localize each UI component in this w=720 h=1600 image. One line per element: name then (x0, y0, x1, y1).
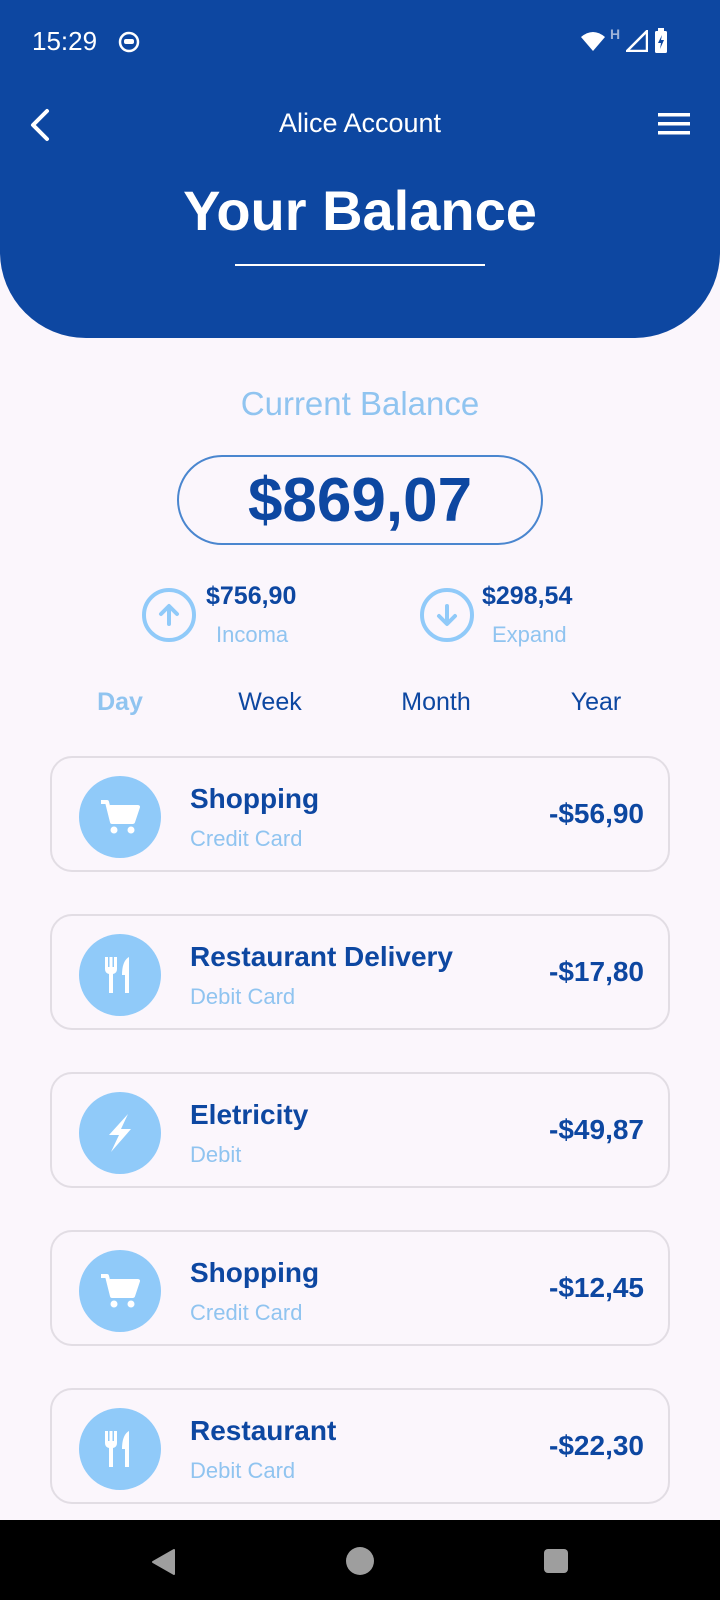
status-icons: H (580, 26, 690, 54)
status-time: 15:29 (32, 26, 98, 56)
tab-week[interactable]: Week (200, 688, 340, 717)
balance-amount: $869,07 (177, 455, 543, 545)
transaction-method: Credit Card (190, 1300, 303, 1325)
hamburger-menu-icon (658, 113, 690, 135)
transaction-card[interactable]: Eletricity Debit -$49,87 (50, 1072, 670, 1188)
tab-month[interactable]: Month (366, 688, 506, 717)
transaction-card[interactable]: Restaurant Debit Card -$22,30 (50, 1388, 670, 1504)
expense-amount: $298,54 (482, 582, 573, 610)
header-panel: 15:29 H Alice Account Your Balance (0, 0, 720, 338)
transaction-amount: -$56,90 (549, 798, 644, 829)
transaction-method: Credit Card (190, 826, 303, 851)
expense-stat: $298,54 Expand (420, 582, 620, 652)
nav-home-button[interactable] (346, 1547, 374, 1575)
sync-face-icon (118, 31, 140, 53)
arrow-up-circle-icon (142, 588, 196, 642)
arrow-down-circle-icon (420, 588, 474, 642)
tab-year[interactable]: Year (526, 688, 666, 717)
income-stat: $756,90 Incoma (142, 582, 342, 652)
cart-icon (79, 776, 161, 858)
transaction-method: Debit Card (190, 984, 296, 1009)
menu-button[interactable] (656, 108, 692, 140)
transaction-name: Restaurant Delivery (190, 941, 454, 972)
transaction-card[interactable]: Shopping Credit Card -$56,90 (50, 756, 670, 872)
transaction-name: Eletricity (190, 1099, 309, 1130)
transaction-amount: -$22,30 (549, 1430, 644, 1461)
tab-day[interactable]: Day (50, 688, 190, 717)
transaction-amount: -$49,87 (549, 1114, 644, 1145)
nav-recents-button[interactable] (544, 1549, 568, 1573)
transaction-name: Shopping (190, 783, 320, 814)
network-type-label: H (610, 26, 621, 42)
transaction-method: Debit (190, 1142, 242, 1167)
current-balance-label: Current Balance (240, 385, 480, 422)
fork-knife-icon (79, 1408, 161, 1490)
transaction-card[interactable]: Restaurant Delivery Debit Card -$17,80 (50, 914, 670, 1030)
title-underline (235, 264, 485, 266)
battery-icon (655, 28, 667, 53)
system-nav-bar (0, 1520, 720, 1600)
expense-label: Expand (492, 622, 567, 647)
period-tabs: Day Week Month Year (0, 688, 720, 728)
transaction-name: Restaurant (190, 1415, 337, 1446)
signal-icon (626, 30, 648, 52)
nav-back-button[interactable] (150, 1548, 178, 1576)
wifi-icon (581, 32, 605, 51)
cart-icon (79, 1250, 161, 1332)
fork-knife-icon (79, 934, 161, 1016)
account-title: Alice Account (278, 108, 442, 138)
transaction-method: Debit Card (190, 1458, 296, 1483)
transaction-amount: -$17,80 (549, 956, 644, 987)
transaction-card[interactable]: Shopping Credit Card -$12,45 (50, 1230, 670, 1346)
income-amount: $756,90 (206, 582, 297, 610)
transaction-amount: -$12,45 (549, 1272, 644, 1303)
page-title: Your Balance (183, 179, 537, 242)
lightning-icon (79, 1092, 161, 1174)
transaction-name: Shopping (190, 1257, 320, 1288)
income-label: Incoma (216, 622, 289, 647)
